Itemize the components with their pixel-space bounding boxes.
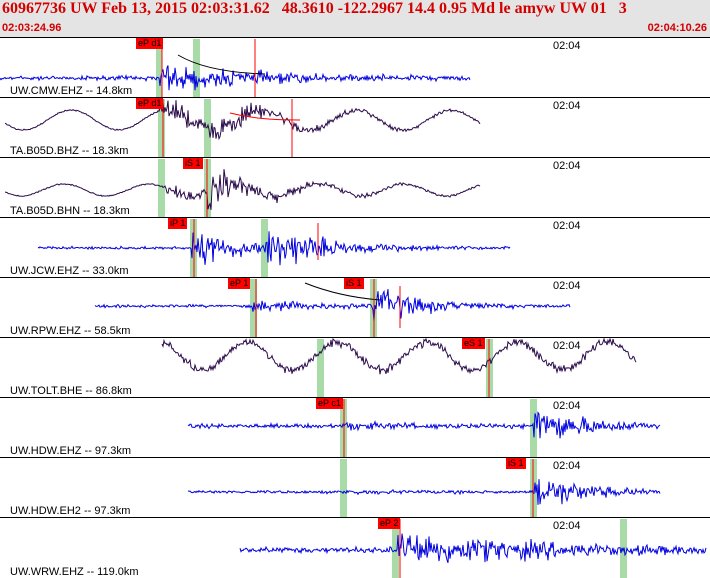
pick-tag[interactable]: iS 1 — [183, 158, 203, 169]
minute-label: 02:04 — [552, 460, 582, 472]
minute-label: 02:04 — [552, 340, 582, 352]
trace-panel[interactable]: eP 1 iS 1 02:04 UW.RPW.EHZ -- 58.5km — [0, 277, 710, 337]
event-header: 60967736 UW Feb 13, 2015 02:03:31.62 48.… — [0, 0, 710, 37]
trace-panel[interactable]: eP 2 02:04 UW.WRW.EHZ -- 119.0km — [0, 517, 710, 578]
pick-tag[interactable]: eP d1 — [136, 38, 164, 49]
s-window-marker — [193, 39, 200, 97]
trace-panel[interactable]: eP d1 02:04 TA.B05D.BHZ -- 18.3km — [0, 97, 710, 157]
pick-tag[interactable]: iP 1 — [168, 218, 188, 229]
trace-panel[interactable]: eP c1 02:04 UW.HDW.EHZ -- 97.3km — [0, 397, 710, 457]
waveform — [187, 411, 661, 439]
coda-curve — [229, 112, 301, 121]
s-window-marker — [204, 99, 211, 157]
pick-tag[interactable]: iS 1 — [506, 458, 526, 469]
station-label: UW.JCW.EHZ -- 33.0km — [10, 265, 129, 277]
pick-tag[interactable]: eP c1 — [316, 398, 343, 409]
station-label: UW.HDW.EHZ -- 97.3km — [10, 445, 132, 457]
pick-tag[interactable]: eP 2 — [378, 518, 401, 529]
minute-label: 02:04 — [552, 40, 582, 52]
trace-panel[interactable]: iS 1 02:04 TA.B05D.BHN -- 18.3km — [0, 157, 710, 217]
station-label: UW.TOLT.BHE -- 86.8km — [10, 385, 132, 397]
station-label: UW.RPW.EHZ -- 58.5km — [10, 325, 131, 337]
trace-panel[interactable]: iS 1 02:04 UW.HDW.EH2 -- 97.3km — [0, 457, 710, 517]
station-label: TA.B05D.BHN -- 18.3km — [10, 205, 130, 217]
waveform — [37, 231, 511, 266]
pick-tag[interactable]: iS 1 — [344, 278, 364, 289]
pick-tag[interactable]: eP 1 — [228, 278, 251, 289]
pick-tag[interactable]: eP d1 — [136, 98, 164, 109]
minute-label: 02:04 — [552, 520, 582, 532]
waveform — [94, 289, 571, 322]
station-label: UW.HDW.EH2 -- 97.3km — [10, 505, 131, 517]
minute-label: 02:04 — [552, 220, 582, 232]
p-window-marker — [340, 459, 347, 517]
waveform — [4, 100, 481, 141]
trace-panel-stack: eP d1 02:04 UW.CMW.EHZ -- 14.8km eP d1 0… — [0, 37, 710, 578]
coda-curve — [304, 282, 381, 301]
p-window-marker — [158, 159, 165, 217]
trace-panel[interactable]: iP 1 02:04 UW.JCW.EHZ -- 33.0km — [0, 217, 710, 277]
window-start-time: 02:03:24.96 — [2, 22, 62, 34]
trace-panel[interactable]: eS 1 02:04 UW.TOLT.BHE -- 86.8km — [0, 337, 710, 397]
pick-tag[interactable]: eS 1 — [462, 338, 485, 349]
station-label: TA.B05D.BHZ -- 18.3km — [10, 145, 129, 157]
minute-label: 02:04 — [552, 400, 582, 412]
waveform — [187, 479, 661, 505]
window-end-time: 02:04:10.26 — [647, 22, 707, 34]
station-label: UW.CMW.EHZ -- 14.8km — [10, 85, 133, 97]
minute-label: 02:04 — [552, 160, 582, 172]
waveform — [4, 169, 481, 210]
station-label: UW.WRW.EHZ -- 119.0km — [10, 566, 139, 578]
coda-curve — [177, 54, 266, 75]
trace-panel[interactable]: eP d1 02:04 UW.CMW.EHZ -- 14.8km — [0, 37, 710, 97]
waveform — [239, 533, 707, 563]
minute-label: 02:04 — [552, 280, 582, 292]
minute-label: 02:04 — [552, 100, 582, 112]
event-title: 60967736 UW Feb 13, 2015 02:03:31.62 48.… — [2, 0, 627, 17]
